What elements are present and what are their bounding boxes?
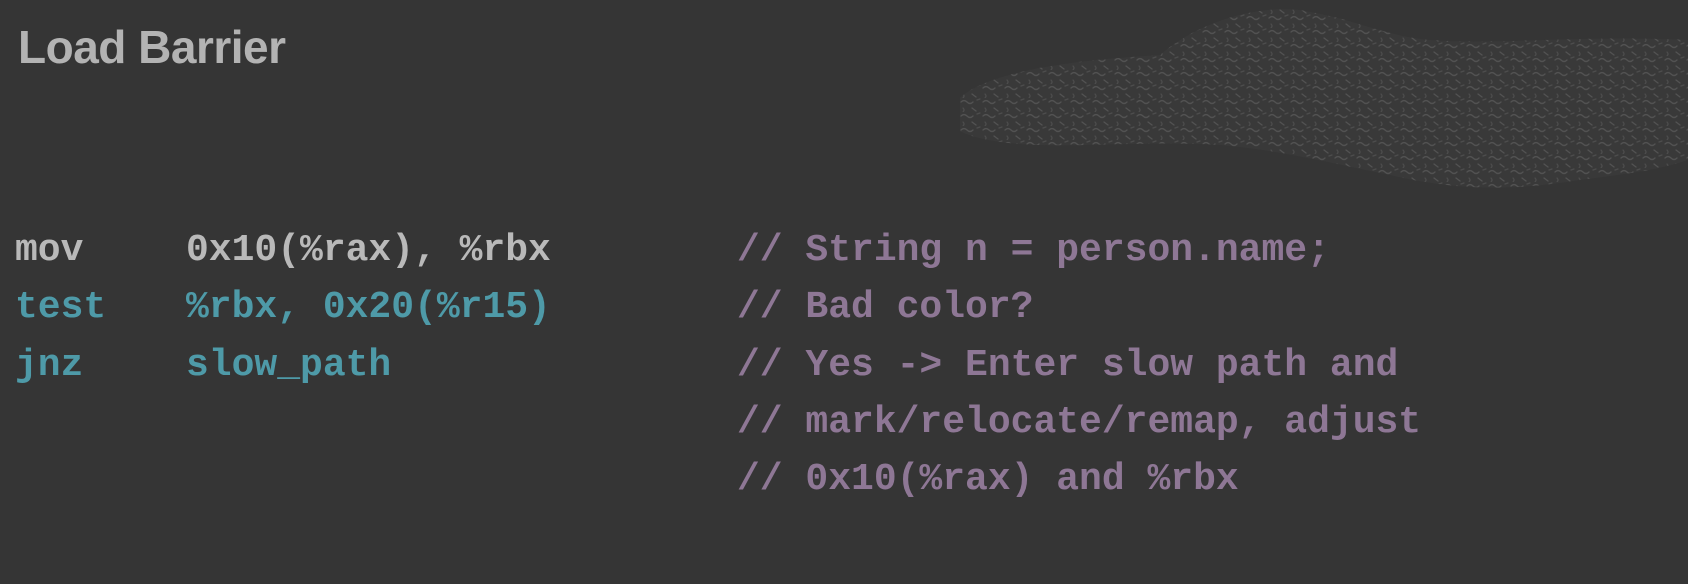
- instruction-operands: slow_path: [186, 344, 392, 387]
- instruction-operands: 0x10(%rax), %rbx: [186, 229, 551, 272]
- code-comment: // String n = person.name;: [737, 229, 1330, 272]
- instruction-operands: %rbx, 0x20(%r15): [186, 286, 551, 329]
- code-comment: // 0x10(%rax) and %rbx: [737, 458, 1239, 501]
- code-comment: // mark/relocate/remap, adjust: [737, 401, 1422, 444]
- instruction-mnemonic: mov: [15, 229, 84, 272]
- instruction-mnemonic: jnz: [15, 344, 84, 387]
- instruction-mnemonic: test: [15, 286, 107, 329]
- slide: Load Barrier mov 0x10(%rax), %rbx test %…: [0, 0, 1688, 584]
- code-block: mov 0x10(%rax), %rbx test %rbx, 0x20(%r1…: [0, 0, 1688, 584]
- code-comment: // Bad color?: [737, 286, 1034, 329]
- code-comment: // Yes -> Enter slow path and: [737, 344, 1399, 387]
